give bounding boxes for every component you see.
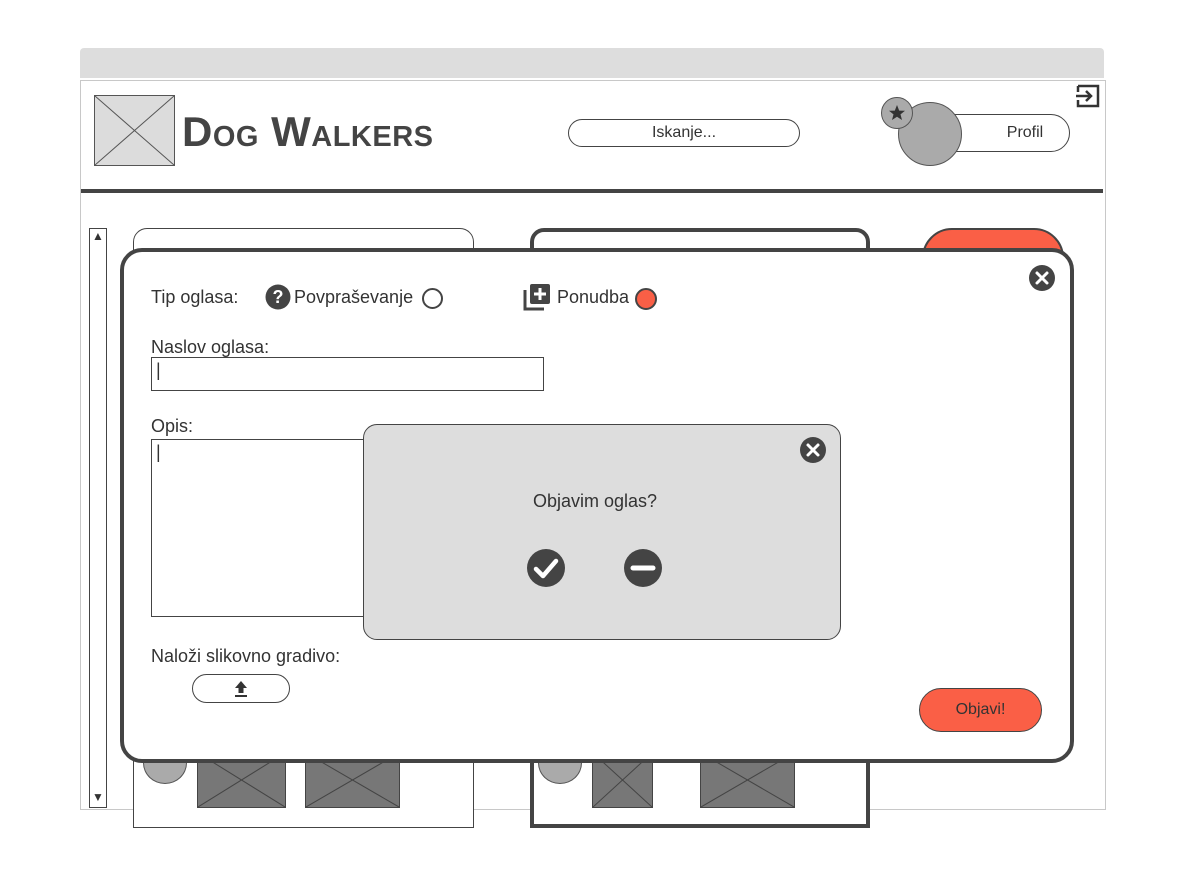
confirm-dialog bbox=[363, 424, 841, 640]
add-box-icon bbox=[523, 283, 551, 311]
option-request-radio[interactable] bbox=[422, 288, 443, 309]
confirm-question: Objavim oglas? bbox=[532, 491, 658, 511]
svg-text:?: ? bbox=[273, 287, 284, 307]
confirm-no-minus-icon[interactable] bbox=[623, 548, 663, 588]
title-label: Naslov oglasa: bbox=[151, 337, 270, 357]
header-divider bbox=[81, 189, 1103, 193]
scroll-up-icon[interactable]: ▲ bbox=[89, 229, 107, 243]
search-input[interactable]: Iskanje... bbox=[568, 119, 800, 147]
question-icon: ? bbox=[265, 284, 291, 310]
option-request-label: Povpraševanje bbox=[294, 287, 414, 307]
option-offer-radio[interactable] bbox=[635, 288, 657, 310]
description-label: Opis: bbox=[151, 416, 194, 436]
scrollbar[interactable] bbox=[89, 228, 107, 808]
logo-image-placeholder bbox=[94, 95, 175, 166]
star-icon bbox=[881, 97, 913, 129]
submit-button[interactable]: Objavi! bbox=[919, 688, 1042, 732]
upload-label: Naloži slikovno gradivo: bbox=[151, 646, 341, 666]
scroll-down-icon[interactable]: ▼ bbox=[89, 790, 107, 804]
upload-icon bbox=[235, 681, 247, 697]
logout-icon[interactable] bbox=[1075, 83, 1101, 109]
option-offer-label: Ponudba bbox=[557, 287, 630, 307]
description-textarea[interactable]: | bbox=[151, 439, 386, 617]
listing-type-label: Tip oglasa: bbox=[151, 287, 239, 307]
app-title: Dog Walkers bbox=[182, 108, 434, 155]
title-input[interactable]: | bbox=[151, 357, 544, 391]
browser-top-bar bbox=[80, 48, 1104, 78]
upload-button[interactable] bbox=[192, 674, 290, 703]
confirm-close-icon[interactable] bbox=[799, 436, 827, 464]
confirm-yes-check-icon[interactable] bbox=[526, 548, 566, 588]
close-icon[interactable] bbox=[1028, 264, 1056, 292]
